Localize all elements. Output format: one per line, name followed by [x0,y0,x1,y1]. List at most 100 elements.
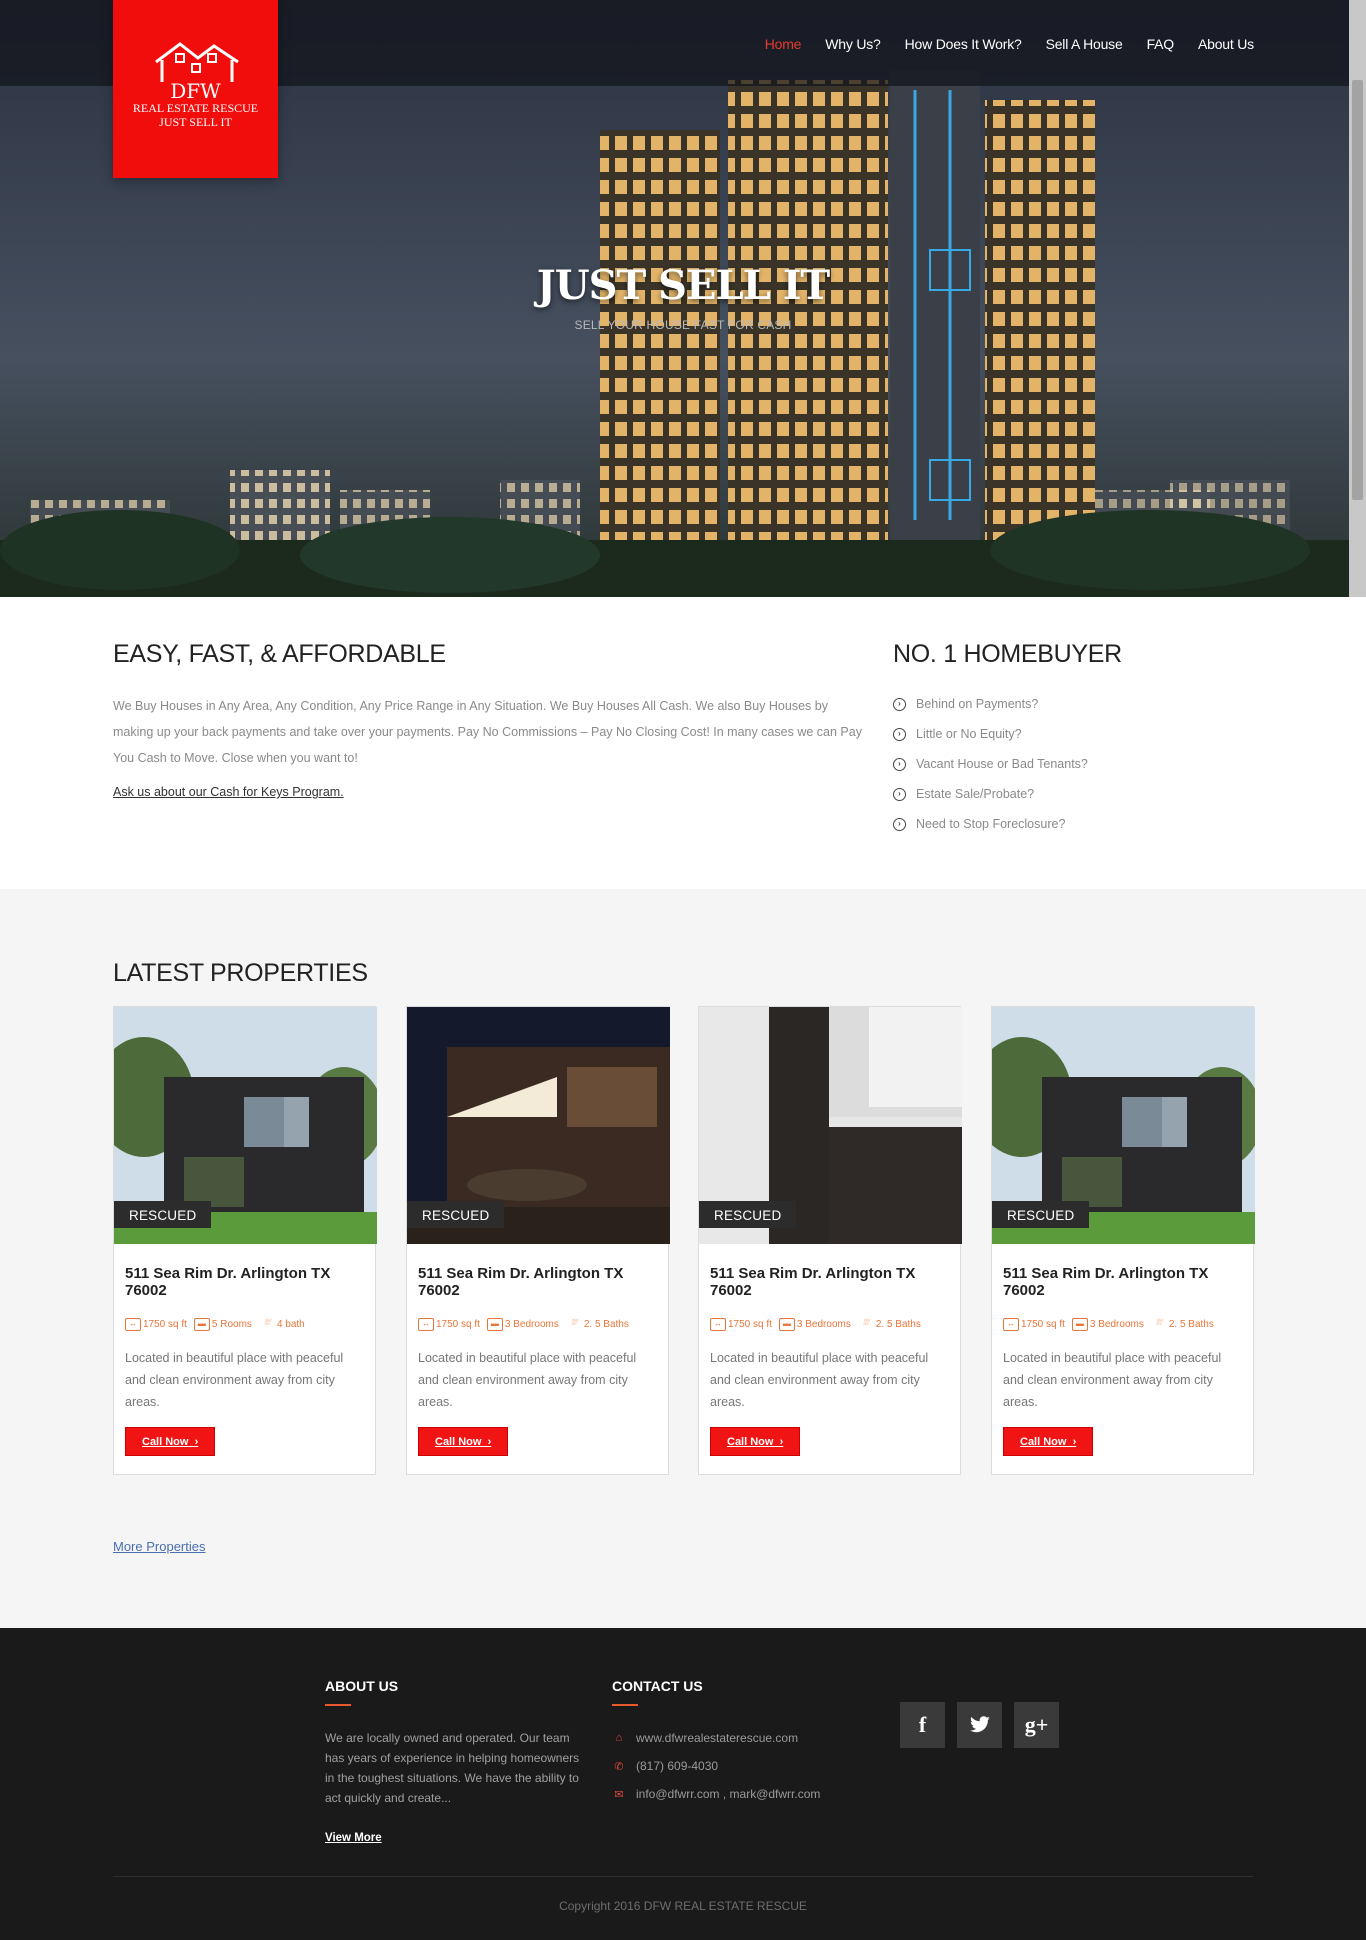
footer-about-text: We are locally owned and operated. Our t… [325,1731,580,1805]
area-icon: ↔ [1003,1318,1019,1331]
status-badge: RESCUED [699,1201,797,1228]
status-badge: RESCUED [407,1201,505,1228]
call-now-label: Call Now [1020,1436,1067,1448]
nav-sell-a-house[interactable]: Sell A House [1046,36,1123,52]
view-more-link[interactable]: View More [325,1832,580,1844]
area-value: 1750 sq ft [143,1319,187,1330]
shower-icon: ⛆ [263,1318,271,1327]
chevron-right-icon: › [487,1436,492,1448]
chevron-right-icon: › [1072,1436,1077,1448]
status-badge: RESCUED [114,1201,212,1228]
twitter-icon[interactable] [957,1702,1002,1748]
call-now-button[interactable]: Call Now › [418,1427,509,1456]
rooms-meta: ▬ 3 Bedrooms [1071,1314,1144,1335]
rooms-value: 3 Bedrooms [796,1319,851,1330]
baths-value: 2. 5 Baths [1168,1319,1214,1330]
list-item: › Vacant House or Bad Tenants? [893,749,1253,779]
footer-about: ABOUT US We are locally owned and operat… [325,1678,580,1844]
phone-text: (817) 609-4030 [636,1759,719,1773]
rooms-meta: ▬ 3 Bedrooms [486,1314,559,1335]
title-underline [325,1704,351,1706]
shower-icon: ⛆ [570,1318,578,1327]
arrow-circle-icon: › [893,817,906,831]
shower-icon: ⛆ [1155,1318,1163,1327]
cash-for-keys-link[interactable]: Ask us about our Cash for Keys Program. [113,785,344,799]
envelope-icon: ✉ [614,1788,624,1801]
area-value: 1750 sq ft [728,1319,772,1330]
baths-meta: ⛆ 2. 5 Baths [858,1314,921,1335]
google-plus-icon[interactable]: g+ [1014,1702,1059,1748]
footer-about-title: ABOUT US [325,1678,399,1694]
more-properties-link[interactable]: More Properties [113,1539,205,1554]
call-now-label: Call Now [727,1436,774,1448]
call-now-label: Call Now [435,1436,482,1448]
twitter-bird-glyph [969,1716,990,1733]
hero-subtitle: SELL YOUR HOUSE FAST FOR CASH [574,318,792,332]
property-description: Located in beautiful place with peaceful… [125,1351,344,1409]
property-description: Located in beautiful place with peaceful… [418,1351,637,1409]
phone-icon: ✆ [614,1760,624,1773]
site-logo[interactable]: DFW REAL ESTATE RESCUE JUST SELL IT [113,0,278,178]
nav-why-us[interactable]: Why Us? [825,36,881,52]
nav-about-us[interactable]: About Us [1198,36,1254,52]
nav-home[interactable]: Home [765,36,802,52]
list-item: › Need to Stop Foreclosure? [893,809,1253,839]
area-meta: ↔ 1750 sq ft [710,1314,772,1335]
hero-banner: DFW REAL ESTATE RESCUE JUST SELL IT Home… [0,0,1366,597]
baths-meta: ⛆ 2. 5 Baths [1151,1314,1214,1335]
arrow-circle-icon: › [893,697,906,711]
social-links: f g+ [900,1702,1059,1748]
property-title[interactable]: 511 Sea Rim Dr. Arlington TX 76002 [710,1265,949,1299]
baths-value: 4 bath [276,1319,305,1330]
call-now-button[interactable]: Call Now › [710,1427,801,1456]
baths-value: 2. 5 Baths [875,1319,921,1330]
nav-faq[interactable]: FAQ [1147,36,1175,52]
homebuyer-section: NO. 1 HOMEBUYER › Behind on Payments? › Li… [893,640,1253,839]
property-title[interactable]: 511 Sea Rim Dr. Arlington TX 76002 [1003,1265,1242,1299]
nav-how-it-works[interactable]: How Does It Work? [905,36,1022,52]
homebuyer-list: › Behind on Payments? › Little or No Equit… [893,689,1253,839]
contact-website[interactable]: ⌂ www.dfwrealestaterescue.com [612,1724,882,1752]
logo-line1: REAL ESTATE RESCUE [132,101,259,115]
arrow-circle-icon: › [893,757,906,771]
call-now-button[interactable]: Call Now › [1003,1427,1094,1456]
property-image[interactable]: RESCUED [992,1007,1255,1244]
intro-text: We Buy Houses in Any Area, Any Condition… [113,699,862,765]
status-badge: RESCUED [992,1201,1090,1228]
call-now-label: Call Now [142,1436,189,1448]
property-card: RESCUED 511 Sea Rim Dr. Arlington TX 760… [991,1006,1255,1475]
website-text: www.dfwrealestaterescue.com [636,1731,799,1745]
rooms-meta: ▬ 5 Rooms [193,1314,252,1335]
contact-email[interactable]: ✉ info@dfwrr.com , mark@dfwrr.com [612,1780,882,1808]
hero-title: JUST SELL IT [536,262,830,309]
main-nav: Home Why Us? How Does It Work? Sell A Ho… [765,36,1254,52]
property-image[interactable]: RESCUED [114,1007,377,1244]
property-image[interactable]: RESCUED [699,1007,962,1244]
homebuyer-heading: NO. 1 HOMEBUYER [893,640,1122,668]
area-value: 1750 sq ft [436,1319,480,1330]
email-text: info@dfwrr.com , mark@dfwrr.com [636,1787,821,1801]
area-meta: ↔ 1750 sq ft [125,1314,187,1335]
call-now-button[interactable]: Call Now › [125,1427,216,1456]
properties-heading: LATEST PROPERTIES [113,959,368,987]
area-value: 1750 sq ft [1021,1319,1065,1330]
list-item: › Estate Sale/Probate? [893,779,1253,809]
property-title[interactable]: 511 Sea Rim Dr. Arlington TX 76002 [125,1265,364,1299]
property-image[interactable]: RESCUED [407,1007,670,1244]
property-description: Located in beautiful place with peaceful… [1003,1351,1222,1409]
area-icon: ↔ [418,1318,434,1331]
title-underline [612,1704,638,1706]
contact-phone[interactable]: ✆ (817) 609-4030 [612,1752,882,1780]
home-icon: ⌂ [615,1732,623,1744]
chevron-right-icon: › [194,1436,199,1448]
property-card: RESCUED 511 Sea Rim Dr. Arlington TX 760… [113,1006,377,1475]
footer-contact: CONTACT US ⌂ www.dfwrealestaterescue.com … [612,1678,882,1808]
property-card: RESCUED 511 Sea Rim Dr. Arlington TX 760… [406,1006,670,1475]
chevron-right-icon: › [779,1436,784,1448]
bed-icon: ▬ [486,1318,503,1331]
property-title[interactable]: 511 Sea Rim Dr. Arlington TX 76002 [418,1265,657,1299]
facebook-icon[interactable]: f [900,1702,945,1748]
intro-section: EASY, FAST, & AFFORDABLE We Buy Houses i… [113,640,868,801]
list-item-label: Behind on Payments? [916,697,1039,711]
baths-meta: ⛆ 2. 5 Baths [566,1314,629,1335]
